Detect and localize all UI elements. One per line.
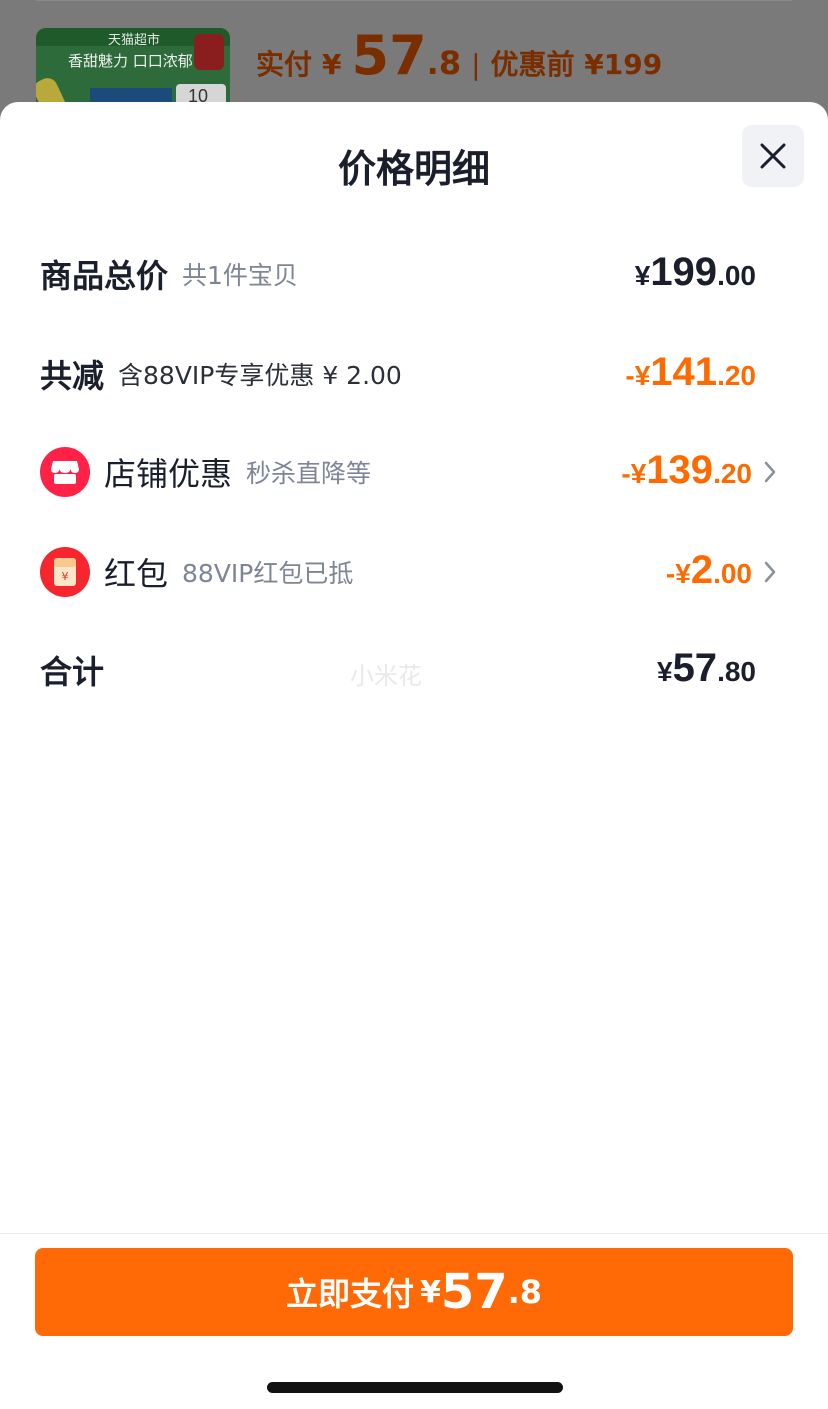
- price-detail-sheet: 价格明细 商品总价 共1件宝贝 ¥ 199 .00 共减 含88VIP专享优惠 …: [0, 102, 828, 1409]
- row-red-packet[interactable]: ¥ 红包 88VIP红包已抵 -¥ 2 .00: [40, 542, 780, 602]
- sum-amount: ¥ 57 .80: [657, 646, 756, 691]
- amount-decimal: .00: [717, 260, 756, 291]
- amount-integer: 199: [650, 250, 718, 294]
- row-total-price: 商品总价 共1件宝贝 ¥ 199 .00: [40, 244, 780, 304]
- total-price-label: 商品总价: [40, 257, 169, 295]
- chevron-right-icon[interactable]: [760, 558, 780, 586]
- amount-integer: 139: [646, 448, 714, 492]
- footer-divider: [0, 1233, 828, 1234]
- amount-integer: 2: [690, 548, 714, 592]
- watermark: 小米花: [350, 662, 422, 690]
- red-packet-glyph: ¥: [62, 570, 69, 583]
- pay-button-label: 立即支付: [285, 1275, 414, 1313]
- amount-decimal: .00: [713, 558, 752, 589]
- shop-discount-note: 秒杀直降等: [246, 459, 372, 488]
- total-price-amount: ¥ 199 .00: [635, 250, 756, 295]
- original-price: 优惠前 ¥199: [490, 48, 663, 81]
- amount-decimal: .20: [713, 458, 752, 489]
- total-discount-amount: -¥ 141 .20: [625, 350, 756, 395]
- currency-symbol: -¥: [621, 458, 647, 489]
- pay-now-button[interactable]: 立即支付 ¥ 57 .8: [35, 1248, 793, 1336]
- paid-currency: ¥: [322, 48, 342, 81]
- red-packet-amount: -¥ 2 .00: [666, 548, 752, 593]
- pay-button-integer: 57: [440, 1264, 508, 1320]
- paid-integer: 57: [351, 24, 427, 87]
- paid-price: 实付 ¥ 57 .8 | 优惠前 ¥199: [256, 24, 662, 94]
- pay-button-decimal: .8: [507, 1273, 543, 1311]
- row-shop-discount[interactable]: 店铺优惠 秒杀直降等 -¥ 139 .20: [40, 442, 780, 502]
- currency-symbol: -¥: [665, 558, 691, 589]
- paid-decimal: .8: [426, 44, 462, 82]
- currency-symbol: ¥: [634, 260, 651, 291]
- close-icon: [760, 143, 786, 169]
- currency-symbol: ¥: [656, 656, 673, 687]
- item-count: 共1件宝贝: [182, 261, 298, 290]
- row-total-discount: 共减 含88VIP专享优惠 ¥ 2.00 -¥ 141 .20: [40, 344, 780, 404]
- red-packet-note: 88VIP红包已抵: [182, 559, 354, 588]
- chevron-right-icon[interactable]: [760, 458, 780, 486]
- amount-integer: 57: [672, 646, 718, 690]
- price-separator: |: [471, 48, 481, 81]
- thumbnail-brand: 天猫超市: [108, 33, 161, 48]
- amount-decimal: .80: [717, 656, 756, 687]
- thumbnail-slogan: 香甜魅力 口口浓郁: [68, 52, 193, 70]
- amount-decimal: .20: [717, 360, 756, 391]
- vip-discount-note: 含88VIP专享优惠 ¥ 2.00: [118, 361, 402, 390]
- home-indicator[interactable]: [267, 1382, 563, 1393]
- total-discount-label: 共减: [40, 357, 105, 395]
- currency-symbol: -¥: [625, 360, 651, 391]
- amount-integer: 141: [650, 350, 718, 394]
- paid-label: 实付: [256, 48, 313, 81]
- shop-icon: [40, 447, 90, 497]
- sheet-title: 价格明细: [337, 147, 490, 191]
- shop-discount-amount: -¥ 139 .20: [621, 448, 752, 493]
- red-packet-icon: ¥: [40, 547, 90, 597]
- thumbnail-decoration: [194, 34, 224, 70]
- sum-label: 合计: [40, 653, 105, 691]
- divider: [36, 0, 792, 1]
- shop-discount-label: 店铺优惠: [104, 455, 233, 493]
- red-packet-label: 红包: [104, 555, 169, 593]
- pay-button-currency: ¥: [419, 1274, 441, 1310]
- close-button[interactable]: [742, 125, 804, 187]
